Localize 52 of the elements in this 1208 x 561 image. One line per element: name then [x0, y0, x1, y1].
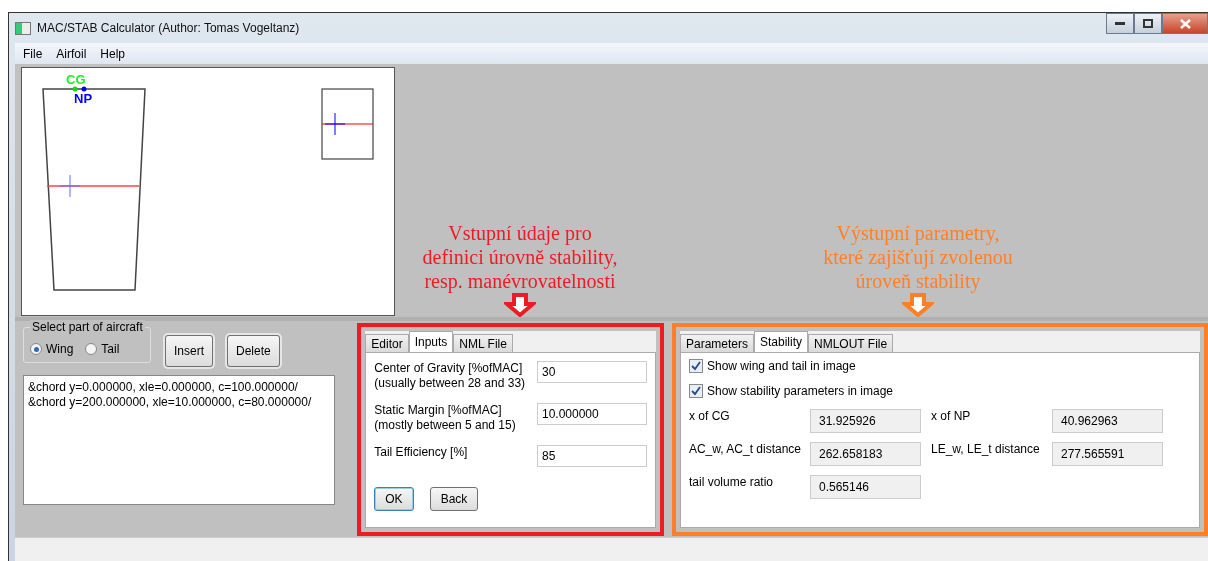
field-label: x of CG: [688, 409, 731, 423]
annotation-text: Výstupní parametry, které zajišťují zvolenou úroveň stability: [823, 221, 1013, 293]
field-label: Center of Gravity [%ofMAC] (usually between 28 and 33): [374, 361, 526, 391]
close-button[interactable]: [1162, 13, 1208, 34]
app-icon: [15, 21, 31, 35]
tab[interactable]: Editor: [365, 334, 409, 352]
radio-option[interactable]: Tail: [85, 342, 120, 356]
checkbox[interactable]: Show stability parameters in image: [688, 384, 1191, 398]
tab[interactable]: NMLOUT File: [808, 334, 894, 352]
maximize-icon: [1143, 19, 1153, 28]
tail-planform-drawing: [321, 88, 374, 160]
window-title: MAC/STAB Calculator (Author: Tomas Vogeltanz): [37, 21, 300, 35]
dialog-button[interactable]: OK: [374, 487, 414, 511]
group-title: Select part of aircraft: [30, 320, 145, 334]
readonly-field[interactable]: 31.925926: [809, 409, 921, 433]
tab[interactable]: NML File: [453, 334, 513, 352]
input-field[interactable]: 10.000000: [536, 403, 647, 425]
readonly-field[interactable]: 277.565591: [1051, 442, 1163, 466]
action-button[interactable]: Insert: [165, 335, 213, 367]
chord-list[interactable]: &chord y=0.000000, xle=0.000000, c=100.000000/ &chord y=200.000000, xle=10.000000, c=80.000000/: [23, 375, 335, 505]
close-icon: [1179, 18, 1191, 29]
menu-item[interactable]: File: [23, 46, 43, 61]
tab[interactable]: Stability: [754, 331, 808, 352]
np-label: NP: [74, 91, 93, 106]
checkbox[interactable]: Show wing and tail in image: [688, 359, 1191, 373]
chord-line: &chord y=0.000000, xle=0.000000, c=100.000000/: [28, 380, 299, 395]
down-arrow-icon: [902, 293, 934, 317]
field-label: x of NP: [930, 409, 972, 423]
annotation-text: Vstupní údaje pro definici úrovně stability, resp. manévrovatelnosti: [422, 221, 618, 293]
down-arrow-icon: [504, 293, 536, 317]
readonly-field[interactable]: 262.658183: [809, 442, 921, 466]
menu-item[interactable]: Help: [100, 46, 126, 61]
chord-line: &chord y=200.000000, xle=10.000000, c=80.000000/: [28, 395, 313, 410]
dialog-button[interactable]: Back: [429, 487, 479, 511]
menu-item[interactable]: Airfoil: [56, 46, 87, 61]
tab[interactable]: Parameters: [679, 334, 754, 352]
maximize-button[interactable]: [1134, 13, 1162, 34]
input-field[interactable]: 30: [536, 361, 647, 383]
field-label: Static Margin [%ofMAC] (mostly between 5 and 15): [374, 403, 516, 433]
minimize-icon: [1115, 21, 1125, 26]
minimize-button[interactable]: [1106, 13, 1134, 34]
radio-option[interactable]: Wing: [30, 342, 74, 356]
readonly-field[interactable]: 40.962963: [1051, 409, 1163, 433]
field-label: LE_w, LE_t distance: [930, 442, 1041, 456]
field-label: AC_w, AC_t distance: [688, 442, 802, 456]
field-label: Tail Efficiency [%]: [374, 445, 468, 460]
field-label: tail volume ratio: [688, 475, 774, 489]
cg-label: CG: [66, 72, 86, 87]
action-button[interactable]: Delete: [227, 335, 280, 367]
input-field[interactable]: 85: [536, 445, 647, 467]
readonly-field[interactable]: 0.565146: [809, 475, 921, 499]
tab[interactable]: Inputs: [408, 331, 454, 352]
